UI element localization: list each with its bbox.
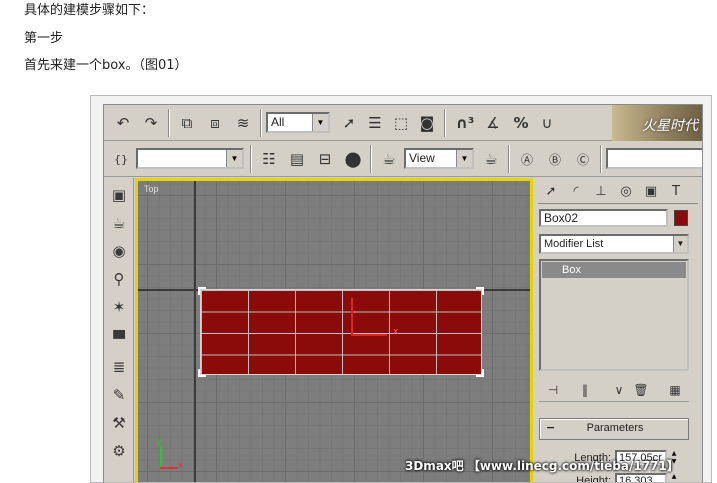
pin-icon[interactable]: ⚲ bbox=[108, 268, 130, 290]
track-view-icon[interactable]: ▤ bbox=[284, 146, 310, 172]
modifier-list-dropdown[interactable]: Modifier List ▼ bbox=[539, 234, 689, 254]
select-by-name-icon[interactable]: ☰ bbox=[362, 110, 388, 136]
create-tab-icon[interactable]: ➚ bbox=[540, 181, 562, 202]
named-selection-dropdown[interactable]: ▼ bbox=[136, 148, 244, 169]
hierarchy-tab-icon[interactable]: ⊥ bbox=[590, 181, 612, 202]
gear-icon[interactable]: ⚙ bbox=[108, 440, 130, 462]
modify-tab-icon[interactable]: ◜ bbox=[565, 181, 587, 202]
selection-bracket bbox=[198, 369, 206, 377]
view-dropdown-value: View bbox=[409, 151, 435, 165]
gizmo-y-label: y bbox=[156, 437, 162, 447]
remove-modifier-icon[interactable]: 🗑 bbox=[631, 380, 651, 400]
toolbar-field[interactable] bbox=[606, 148, 702, 169]
named-selection-b-icon[interactable]: Ⓑ bbox=[542, 146, 568, 172]
modifier-list-label: Modifier List bbox=[544, 238, 604, 250]
sphere-icon[interactable]: ◉ bbox=[108, 240, 130, 262]
article-line-1: 具体的建模步骤如下： bbox=[24, 3, 155, 18]
logo-text: 火星时代 bbox=[642, 119, 698, 134]
gizmo-y-axis bbox=[160, 447, 162, 469]
bind-space-warp-icon[interactable]: ≋ bbox=[230, 110, 256, 136]
selection-bracket bbox=[476, 287, 484, 295]
material-editor-icon[interactable]: ⬤ bbox=[340, 146, 366, 172]
spinner-snap-icon[interactable]: ∪ bbox=[534, 110, 560, 136]
selection-bracket bbox=[476, 369, 484, 377]
height-spinner[interactable]: ▲▼ bbox=[669, 473, 679, 482]
main-toolbar: ↶ ↷ ⧉ ⧈ ≋ All ▼ ➚ ☰ ⬚ ◙ ∩³ ∡ % ∪ 火星时代 bbox=[104, 105, 702, 141]
pivot-x-axis bbox=[351, 334, 387, 336]
selection-filter-value: All bbox=[271, 115, 285, 129]
article-line-3: 首先来建一个box。（图01） bbox=[24, 58, 188, 73]
utilities-tab-icon[interactable]: T bbox=[665, 181, 687, 202]
object-name-field[interactable]: Box02 bbox=[539, 209, 668, 227]
height-field[interactable]: 16.303 bbox=[615, 473, 667, 482]
axis-gizmo: y x bbox=[156, 437, 186, 473]
snap-3d-icon[interactable]: ∩³ bbox=[452, 110, 478, 136]
undo-icon[interactable]: ↶ bbox=[110, 110, 136, 136]
select-object-icon[interactable]: ➚ bbox=[336, 110, 362, 136]
object-color-swatch[interactable] bbox=[674, 210, 688, 226]
chevron-down-icon: ▼ bbox=[226, 150, 242, 167]
top-viewport[interactable]: Top x y x bbox=[135, 178, 533, 482]
pivot-y-axis bbox=[351, 298, 353, 336]
pin-stack-icon[interactable]: ⊣ bbox=[543, 380, 563, 400]
3dsmax-window: ↶ ↷ ⧉ ⧈ ≋ All ▼ ➚ ☰ ⬚ ◙ ∩³ ∡ % ∪ 火星时代 {}… bbox=[103, 104, 703, 483]
angle-snap-icon[interactable]: ∡ bbox=[480, 110, 506, 136]
link-icon[interactable]: ⧉ bbox=[174, 110, 200, 136]
article-line-2: 第一步 bbox=[24, 31, 64, 46]
teapot-icon[interactable]: ☕ bbox=[108, 212, 130, 234]
named-selection-c-icon[interactable]: Ⓒ bbox=[570, 146, 596, 172]
show-end-result-icon[interactable]: ‖ bbox=[575, 380, 595, 400]
selection-bracket bbox=[198, 287, 206, 295]
gizmo-x-axis bbox=[160, 467, 178, 469]
pencil-icon[interactable]: ✎ bbox=[108, 384, 130, 406]
selection-filter-dropdown[interactable]: All ▼ bbox=[266, 112, 330, 133]
parameters-title: Parameters bbox=[586, 422, 644, 434]
pivot-axis-label: x bbox=[393, 327, 399, 337]
modifier-stack-item[interactable]: Box bbox=[542, 262, 686, 278]
hammer-icon[interactable]: ⚒ bbox=[108, 412, 130, 434]
chevron-down-icon: ▼ bbox=[456, 150, 472, 167]
stack-toolbar: ⊣ ‖ ∨ 🗑 ▦ bbox=[539, 378, 689, 402]
command-panel-tabs: ➚ ◜ ⊥ ◎ ▣ T bbox=[538, 180, 698, 204]
watermark: 3Dmax吧 【www.linecg.com/tieba/1771】 bbox=[405, 459, 679, 473]
chevron-down-icon: ▼ bbox=[312, 114, 328, 131]
make-unique-icon[interactable]: ∨ bbox=[609, 380, 629, 400]
viewport-label[interactable]: Top bbox=[144, 184, 159, 194]
named-sets-icon[interactable]: {} bbox=[108, 146, 134, 172]
unlink-icon[interactable]: ⧈ bbox=[202, 110, 228, 136]
schematic-view-icon[interactable]: ⊟ bbox=[312, 146, 338, 172]
box-object[interactable]: x bbox=[198, 287, 484, 377]
gizmo-x-label: x bbox=[178, 461, 184, 471]
screenshot-figure: ↶ ↷ ⧉ ⧈ ≋ All ▼ ➚ ☰ ⬚ ◙ ∩³ ∡ % ∪ 火星时代 {}… bbox=[90, 95, 712, 483]
view-dropdown[interactable]: View ▼ bbox=[404, 148, 474, 169]
rectangular-selection-icon[interactable]: ⬚ bbox=[388, 110, 414, 136]
star-icon[interactable]: ✶ bbox=[108, 296, 130, 318]
configure-modifier-sets-icon[interactable]: ▦ bbox=[665, 380, 685, 400]
chevron-down-icon: ▼ bbox=[673, 236, 687, 252]
stack-icon[interactable]: ≣ bbox=[108, 356, 130, 378]
quick-render-icon[interactable]: ☕ bbox=[478, 146, 504, 172]
redo-icon[interactable]: ↷ bbox=[138, 110, 164, 136]
height-label: Height: bbox=[576, 475, 611, 483]
percent-snap-icon[interactable]: % bbox=[508, 110, 534, 136]
motion-tab-icon[interactable]: ◎ bbox=[615, 181, 637, 202]
wall-icon[interactable]: ▀ bbox=[108, 328, 130, 350]
modifier-stack: Box bbox=[539, 259, 689, 371]
logo: 火星时代 bbox=[612, 105, 702, 141]
render-scene-icon[interactable]: ☕ bbox=[376, 146, 402, 172]
command-panel: ➚ ◜ ⊥ ◎ ▣ T Box02 Modifier List ▼ Box ⊣ … bbox=[534, 178, 702, 483]
named-selection-a-icon[interactable]: Ⓐ bbox=[514, 146, 540, 172]
display-tab-icon[interactable]: ▣ bbox=[640, 181, 662, 202]
window-crossing-icon[interactable]: ◙ bbox=[414, 110, 440, 136]
height-row: Height: 16.303 ▲▼ bbox=[539, 473, 689, 483]
grid-axis-vertical bbox=[194, 181, 196, 482]
box-primitive-icon[interactable]: ▣ bbox=[108, 184, 130, 206]
parameters-rollout[interactable]: − Parameters bbox=[539, 418, 689, 440]
secondary-toolbar: {} ▼ ☷ ▤ ⊟ ⬤ ☕ View ▼ ☕ Ⓐ Ⓑ Ⓒ bbox=[104, 141, 702, 177]
layers-icon[interactable]: ☷ bbox=[256, 146, 282, 172]
left-tool-strip: ▣ ☕ ◉ ⚲ ✶ ▀ ≣ ✎ ⚒ ⚙ bbox=[104, 178, 134, 482]
